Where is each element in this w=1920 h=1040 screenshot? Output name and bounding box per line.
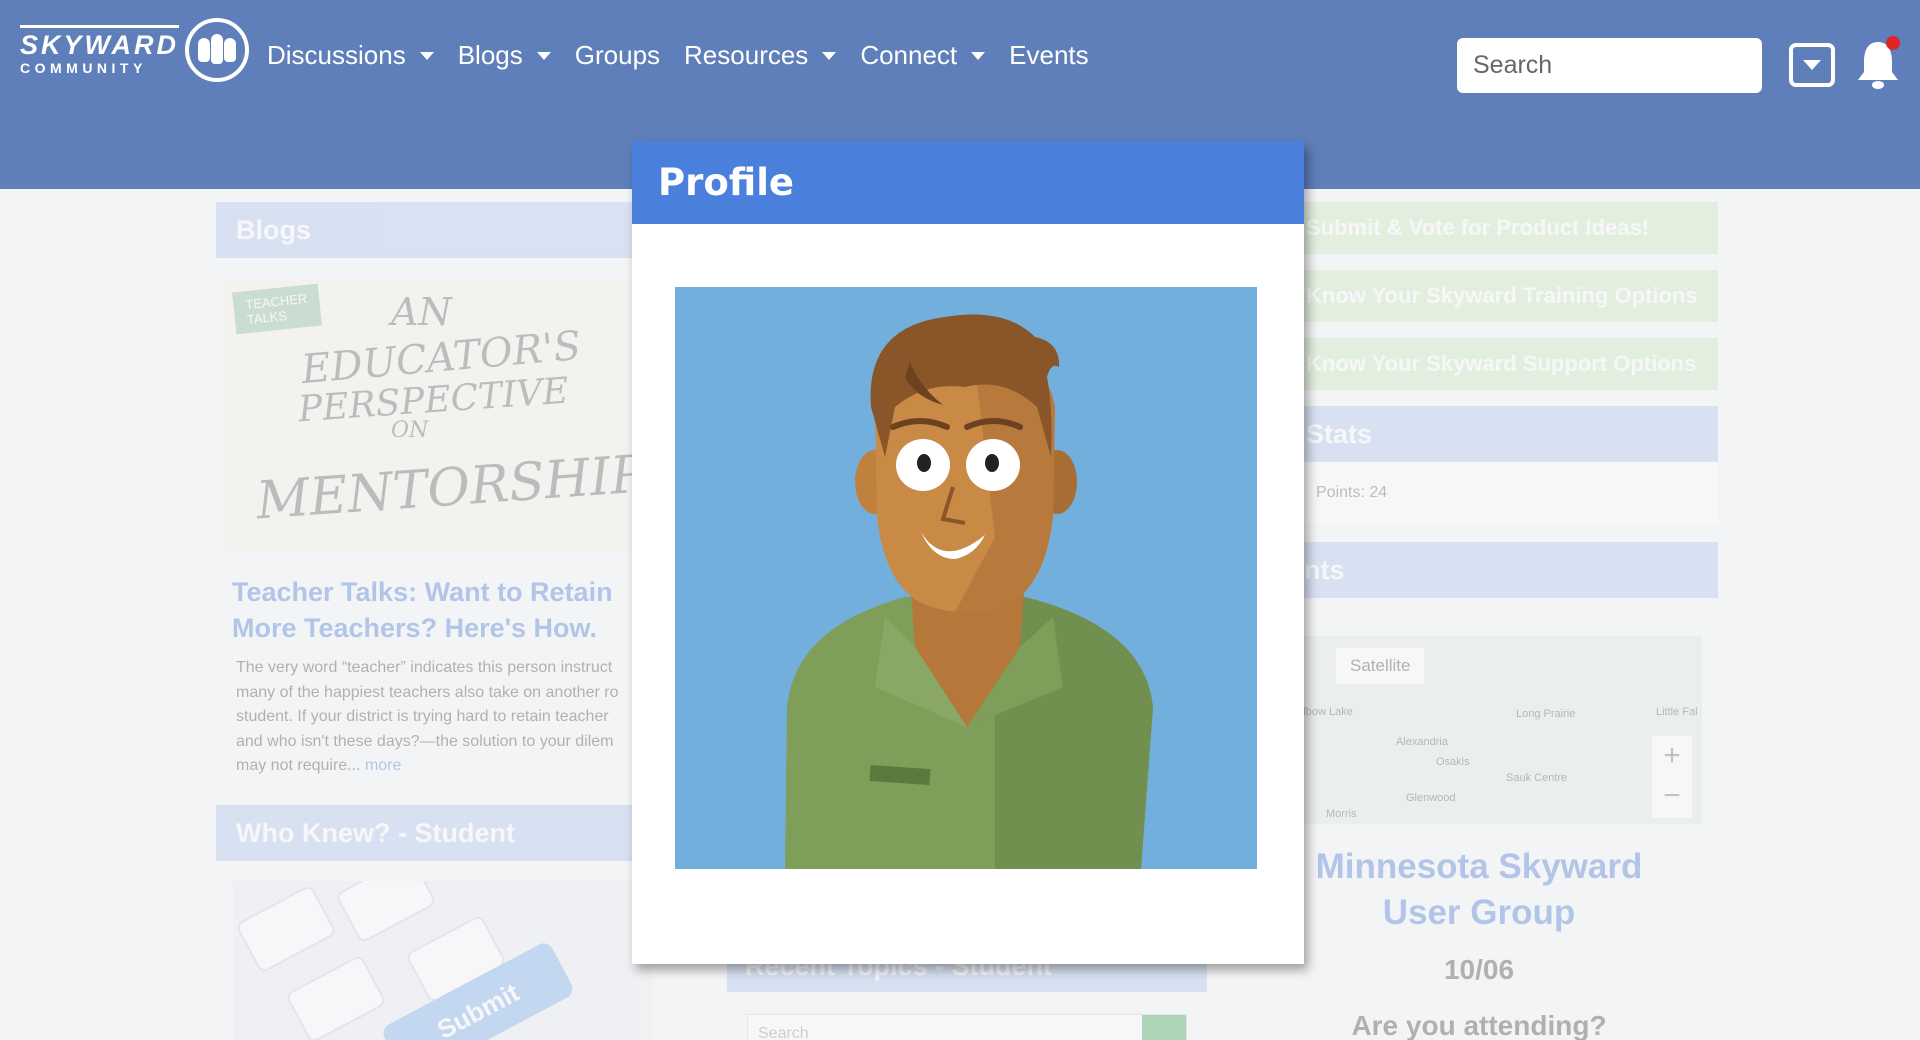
event-title[interactable]: Minnesota Skyward User Group xyxy=(1240,844,1718,936)
nav-discussions[interactable]: Discussions xyxy=(267,40,434,71)
zoom-out-button[interactable]: − xyxy=(1652,776,1692,816)
main-nav: Discussions Blogs Groups Resources Conne… xyxy=(267,40,1113,71)
nav-events[interactable]: Events xyxy=(1009,40,1089,71)
blog-post-title[interactable]: Teacher Talks: Want to Retain More Teache… xyxy=(232,574,652,646)
caret-down-icon xyxy=(419,51,434,60)
support-options-button[interactable]: Know Your Skyward Support Options xyxy=(1240,338,1718,390)
event-date: 10/06 xyxy=(1443,954,1515,985)
blog-thumbnail[interactable]: TEACHER TALKS AN EDUCATOR'S PERSPECTIVE O… xyxy=(226,280,646,550)
logo-line1: SKYWARD xyxy=(20,25,180,59)
product-ideas-button[interactable]: Submit & Vote for Product Ideas! xyxy=(1240,202,1718,254)
nav-resources[interactable]: Resources xyxy=(684,40,837,71)
attendance-question: Are you attending? xyxy=(1351,1010,1607,1040)
cartoon-avatar-icon xyxy=(785,314,1153,869)
blog-post-excerpt: The very word “teacher” indicates this p… xyxy=(236,659,619,774)
satellite-tab[interactable]: Satellite xyxy=(1336,648,1425,684)
left-column: Blogs TEACHER TALKS AN EDUCATOR'S PERSPEC… xyxy=(216,202,653,1040)
right-column: Submit & Vote for Product Ideas! Know Yo… xyxy=(1240,202,1718,1040)
who-knew-panel-title: Who Knew? - Student xyxy=(216,804,636,861)
caret-down-icon xyxy=(536,51,551,60)
who-knew-thumbnail[interactable]: Submit xyxy=(233,880,653,1040)
nav-connect[interactable]: Connect xyxy=(860,40,986,71)
nav-blogs[interactable]: Blogs xyxy=(458,40,551,71)
inbox-dropdown-button[interactable] xyxy=(1789,43,1835,87)
teacher-talks-tag: TEACHER TALKS xyxy=(232,283,323,335)
avatar xyxy=(675,287,1257,869)
caret-down-icon xyxy=(822,51,837,60)
header-search xyxy=(1457,38,1762,93)
logo-line2: COMMUNITY xyxy=(20,60,147,76)
blogs-panel-title: Blogs xyxy=(216,202,636,258)
profile-modal: Profile xyxy=(632,141,1304,964)
zoom-in-button[interactable]: + xyxy=(1652,736,1692,776)
caret-down-icon xyxy=(971,51,986,60)
map-zoom-controls[interactable]: + − xyxy=(1652,736,1692,818)
community-people-icon xyxy=(185,18,250,82)
skyward-community-logo[interactable]: SKYWARD COMMUNITY xyxy=(20,18,250,82)
events-panel-title: nts xyxy=(1240,542,1718,598)
points-value: Points: 24 xyxy=(1240,462,1718,524)
training-options-button[interactable]: Know Your Skyward Training Options xyxy=(1240,270,1718,322)
stats-panel-title: Stats xyxy=(1240,406,1718,462)
blog-more-link[interactable]: more xyxy=(365,757,401,774)
search-input[interactable] xyxy=(1457,38,1762,93)
search-icon[interactable] xyxy=(1142,1015,1186,1040)
recent-topics-search[interactable]: Search xyxy=(747,1014,1187,1040)
notification-dot xyxy=(1886,36,1900,50)
event-map[interactable]: ap Satellite Elbow Lake Alexandria Long … xyxy=(1256,636,1702,824)
nav-groups[interactable]: Groups xyxy=(575,40,660,71)
modal-title: Profile xyxy=(632,141,1304,224)
inbox-dropdown-icon xyxy=(1803,60,1821,70)
